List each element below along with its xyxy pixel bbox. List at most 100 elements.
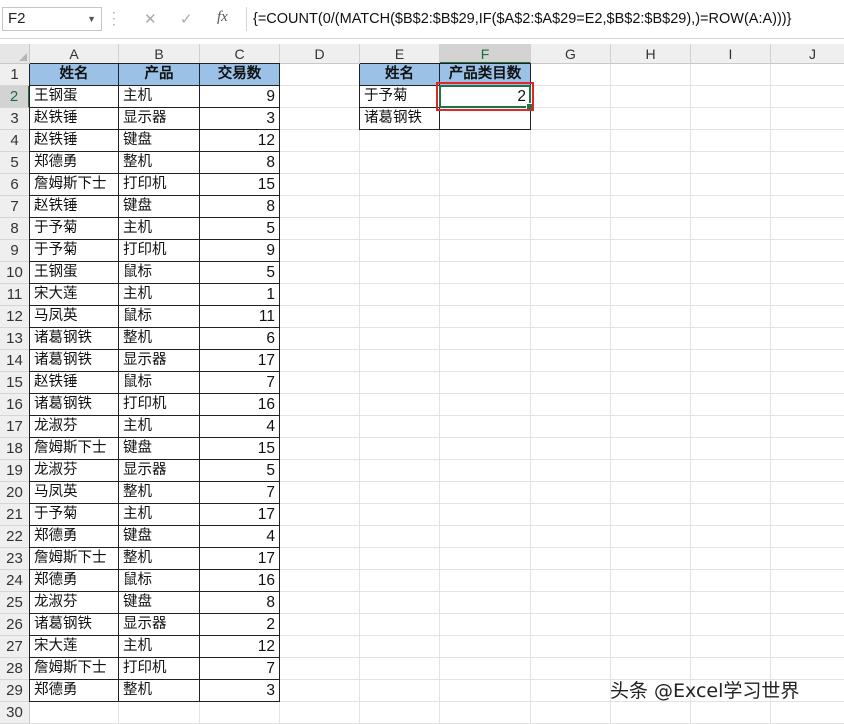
cell[interactable] xyxy=(440,614,531,636)
table-cell[interactable]: 8 xyxy=(200,592,280,614)
cell[interactable] xyxy=(280,152,360,174)
cell[interactable] xyxy=(440,702,531,724)
cell[interactable] xyxy=(611,174,691,196)
cell[interactable] xyxy=(611,284,691,306)
row-header-2[interactable]: 2 xyxy=(0,86,30,108)
table-cell[interactable]: 诸葛钢铁 xyxy=(30,350,119,372)
table-cell[interactable]: 整机 xyxy=(119,328,200,350)
cell[interactable] xyxy=(360,548,440,570)
cancel-icon[interactable]: ✕ xyxy=(144,9,157,29)
insert-function-icon[interactable]: fx xyxy=(217,9,228,26)
table-cell[interactable]: 鼠标 xyxy=(119,570,200,592)
cell[interactable] xyxy=(531,394,611,416)
table-cell[interactable]: 15 xyxy=(200,174,280,196)
row-header-27[interactable]: 27 xyxy=(0,636,30,658)
cell[interactable] xyxy=(771,548,844,570)
cell[interactable] xyxy=(360,702,440,724)
cell[interactable] xyxy=(691,86,771,108)
row-header-16[interactable]: 16 xyxy=(0,394,30,416)
cell[interactable] xyxy=(440,416,531,438)
table-cell[interactable]: 显示器 xyxy=(119,614,200,636)
cell[interactable] xyxy=(360,306,440,328)
formula-input[interactable]: {=COUNT(0/(MATCH($B$2:$B$29,IF($A$2:$A$2… xyxy=(246,7,842,31)
table-cell[interactable]: 郑德勇 xyxy=(30,526,119,548)
drag-handle-icon[interactable]: · · · xyxy=(112,7,116,31)
cell[interactable] xyxy=(531,152,611,174)
select-all-corner[interactable] xyxy=(0,44,30,64)
cell[interactable] xyxy=(531,592,611,614)
cell[interactable] xyxy=(691,108,771,130)
row-header-22[interactable]: 22 xyxy=(0,526,30,548)
cell[interactable] xyxy=(611,636,691,658)
cell[interactable] xyxy=(531,504,611,526)
cell[interactable] xyxy=(280,108,360,130)
cell[interactable] xyxy=(440,152,531,174)
row-header-8[interactable]: 8 xyxy=(0,218,30,240)
cell[interactable] xyxy=(771,570,844,592)
cell[interactable] xyxy=(360,240,440,262)
cell[interactable] xyxy=(360,350,440,372)
cell[interactable] xyxy=(360,416,440,438)
cell[interactable] xyxy=(771,306,844,328)
row-header-26[interactable]: 26 xyxy=(0,614,30,636)
cell[interactable] xyxy=(440,130,531,152)
cell[interactable] xyxy=(691,548,771,570)
name-box[interactable]: F2 ▼ xyxy=(2,7,102,31)
cell[interactable] xyxy=(771,108,844,130)
table-cell[interactable]: 17 xyxy=(200,350,280,372)
cell[interactable] xyxy=(280,218,360,240)
cell[interactable] xyxy=(771,614,844,636)
table-cell[interactable]: 于予菊 xyxy=(360,86,440,108)
table-cell[interactable]: 16 xyxy=(200,570,280,592)
column-header-e[interactable]: E xyxy=(360,44,440,64)
cell[interactable] xyxy=(440,394,531,416)
table-cell[interactable]: 11 xyxy=(200,306,280,328)
table-cell[interactable]: 4 xyxy=(200,416,280,438)
row-header-4[interactable]: 4 xyxy=(0,130,30,152)
cell[interactable] xyxy=(531,416,611,438)
row-header-30[interactable]: 30 xyxy=(0,702,30,724)
cell[interactable] xyxy=(611,196,691,218)
cell[interactable] xyxy=(119,702,200,724)
cell[interactable] xyxy=(531,526,611,548)
cell[interactable] xyxy=(440,658,531,680)
table-cell[interactable]: 8 xyxy=(200,196,280,218)
row-header-21[interactable]: 21 xyxy=(0,504,30,526)
cell[interactable] xyxy=(280,548,360,570)
table-cell[interactable]: 9 xyxy=(200,86,280,108)
row-header-20[interactable]: 20 xyxy=(0,482,30,504)
cell[interactable] xyxy=(30,702,119,724)
table-cell[interactable]: 整机 xyxy=(119,548,200,570)
cell[interactable] xyxy=(531,680,611,702)
cell[interactable] xyxy=(771,152,844,174)
table-cell[interactable]: 詹姆斯下士 xyxy=(30,438,119,460)
cell[interactable] xyxy=(360,504,440,526)
table-cell[interactable]: 7 xyxy=(200,372,280,394)
table-cell[interactable]: 打印机 xyxy=(119,240,200,262)
row-header-13[interactable]: 13 xyxy=(0,328,30,350)
cell[interactable] xyxy=(531,284,611,306)
cell[interactable] xyxy=(280,592,360,614)
cell[interactable] xyxy=(611,592,691,614)
cell[interactable] xyxy=(200,702,280,724)
row-header-28[interactable]: 28 xyxy=(0,658,30,680)
cell[interactable] xyxy=(691,592,771,614)
column-header-d[interactable]: D xyxy=(280,44,360,64)
table-cell[interactable]: 龙淑芬 xyxy=(30,460,119,482)
cell[interactable] xyxy=(691,64,771,86)
cell[interactable] xyxy=(360,526,440,548)
table-cell[interactable]: 3 xyxy=(200,680,280,702)
cell[interactable] xyxy=(531,614,611,636)
cell[interactable] xyxy=(360,372,440,394)
column-header-a[interactable]: A xyxy=(30,44,119,64)
table-cell[interactable]: 郑德勇 xyxy=(30,570,119,592)
cell[interactable] xyxy=(691,570,771,592)
table-cell[interactable]: 詹姆斯下士 xyxy=(30,548,119,570)
table-cell[interactable]: 王钢蛋 xyxy=(30,262,119,284)
cell[interactable] xyxy=(360,174,440,196)
cell[interactable] xyxy=(691,218,771,240)
table-cell[interactable]: 9 xyxy=(200,240,280,262)
table-cell[interactable]: 诸葛钢铁 xyxy=(360,108,440,130)
cell[interactable] xyxy=(611,460,691,482)
cell[interactable] xyxy=(531,636,611,658)
